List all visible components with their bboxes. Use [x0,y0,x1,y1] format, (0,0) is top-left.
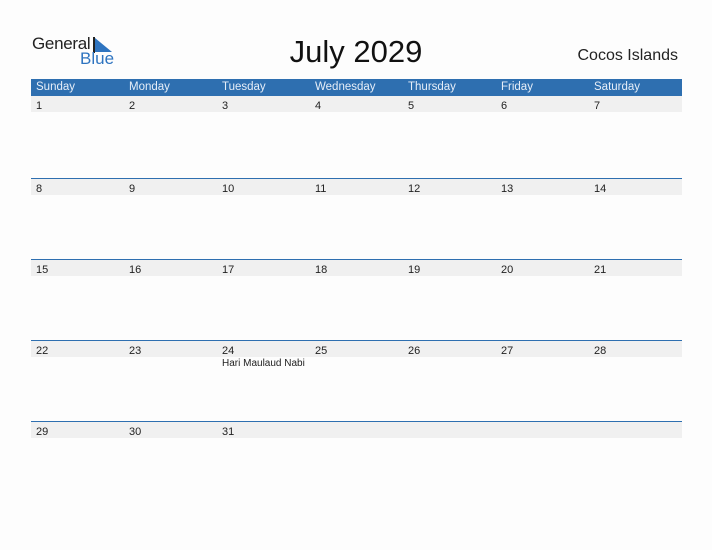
day-cell: 11 [310,179,403,195]
day-number: 21 [594,264,607,276]
day-number: 20 [501,264,514,276]
day-cell: 3 [217,96,310,112]
day-cell: 5 [403,96,496,112]
day-cell: 24 Hari Maulaud Nabi [217,341,310,369]
day-cell: 20 [496,260,589,276]
day-number: 2 [129,100,136,112]
week-row: 1 2 3 4 5 6 7 [31,96,682,178]
day-number: 19 [408,264,421,276]
week-row: 29 30 31 [31,421,682,502]
day-cell [589,422,682,438]
day-number: 12 [408,183,421,195]
day-number: 18 [315,264,328,276]
day-cell: 27 [496,341,589,357]
holiday-label: Hari Maulaud Nabi [222,358,305,369]
day-cell: 21 [589,260,682,276]
day-cell: 22 [31,341,124,357]
day-cell: 6 [496,96,589,112]
day-number: 29 [36,426,49,438]
day-cell: 7 [589,96,682,112]
day-cell [496,422,589,438]
week-row: 8 9 10 11 12 13 14 [31,178,682,259]
day-number: 30 [129,426,142,438]
day-number: 22 [36,345,49,357]
day-cell: 17 [217,260,310,276]
country-label: Cocos Islands [577,47,679,64]
day-number: 26 [408,345,421,357]
day-cell: 1 [31,96,124,112]
day-number: 31 [222,426,235,438]
week-row: 15 16 17 18 19 20 21 [31,259,682,340]
weekday-wednesday: Wednesday [315,81,376,93]
day-cell: 23 [124,341,217,357]
day-cell: 18 [310,260,403,276]
day-number: 11 [315,183,327,195]
day-number: 1 [36,100,43,112]
weekday-friday: Friday [501,81,533,93]
week-row: 22 23 24 Hari Maulaud Nabi 25 26 27 28 [31,340,682,421]
date-strip: 1 2 3 4 5 6 7 [31,96,682,112]
calendar-grid: Sunday Monday Tuesday Wednesday Thursday Frid… [31,79,682,502]
day-cell [403,422,496,438]
day-cell: 13 [496,179,589,195]
day-cell: 2 [124,96,217,112]
day-cell: 12 [403,179,496,195]
day-number: 13 [501,183,514,195]
day-number: 3 [222,100,229,112]
day-cell: 14 [589,179,682,195]
date-strip: 15 16 17 18 19 20 21 [31,259,682,276]
day-cell: 8 [31,179,124,195]
day-cell: 4 [310,96,403,112]
day-number: 7 [594,100,601,112]
day-cell: 19 [403,260,496,276]
day-cell: 16 [124,260,217,276]
day-number: 23 [129,345,142,357]
weekday-thursday: Thursday [408,81,456,93]
day-number: 15 [36,264,49,276]
weekday-saturday: Saturday [594,81,641,93]
day-number: 17 [222,264,235,276]
weekday-monday: Monday [129,81,170,93]
day-number: 5 [408,100,415,112]
day-number: 24 [222,345,235,357]
day-cell: 10 [217,179,310,195]
day-cell: 9 [124,179,217,195]
day-cell: 26 [403,341,496,357]
day-number: 27 [501,345,514,357]
weekday-header: Sunday Monday Tuesday Wednesday Thursday Frid… [31,79,682,96]
day-number: 28 [594,345,607,357]
day-cell: 15 [31,260,124,276]
day-number: 6 [501,100,508,112]
weekday-sunday: Sunday [36,81,76,93]
day-cell: 29 [31,422,124,438]
day-cell: 31 [217,422,310,438]
day-number: 4 [315,100,322,112]
date-strip: 8 9 10 11 12 13 14 [31,178,682,195]
day-number: 14 [594,183,607,195]
day-number: 16 [129,264,142,276]
day-number: 8 [36,183,43,195]
day-number: 10 [222,183,235,195]
day-cell: 30 [124,422,217,438]
day-cell [310,422,403,438]
date-strip: 29 30 31 [31,421,682,438]
date-strip: 22 23 24 Hari Maulaud Nabi 25 26 27 28 [31,340,682,369]
day-cell: 28 [589,341,682,357]
day-number: 25 [315,345,328,357]
weekday-tuesday: Tuesday [222,81,266,93]
day-cell: 25 [310,341,403,357]
day-number: 9 [129,183,136,195]
